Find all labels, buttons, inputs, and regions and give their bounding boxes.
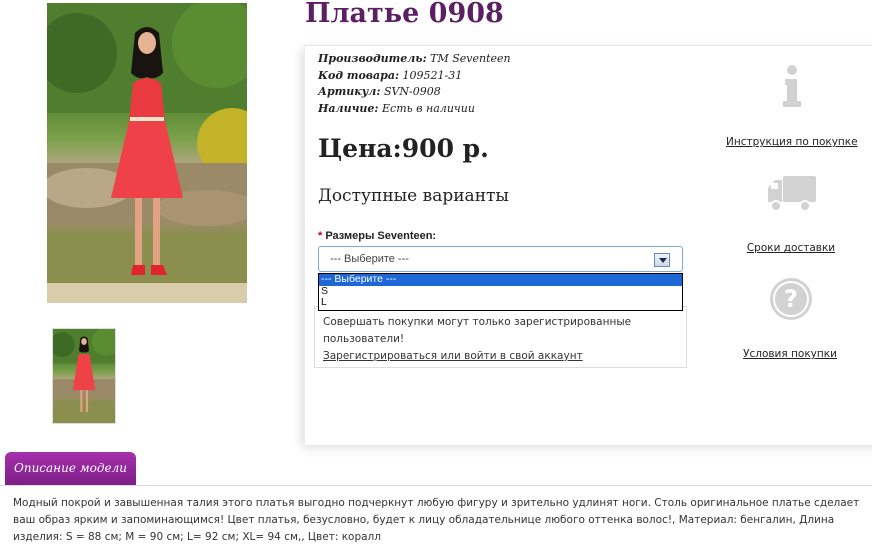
svg-text:?: ? <box>784 285 798 313</box>
sidebar-item-delivery[interactable]: Сроки доставки <box>738 242 844 254</box>
size-option-s[interactable]: S <box>319 285 682 298</box>
question-icon: ? <box>770 278 812 320</box>
required-mark: * <box>318 230 323 242</box>
product-meta: Производитель: TM Seventeen Код товара: … <box>318 51 511 117</box>
tab-description[interactable]: Описание модели <box>5 452 136 485</box>
product-thumbnail[interactable] <box>52 328 116 424</box>
meta-manufacturer: Производитель: TM Seventeen <box>318 52 511 65</box>
sidebar-item-instructions[interactable]: Инструкция по покупке <box>726 136 858 148</box>
registration-notice: Совершать покупки могут только зарегистр… <box>314 306 687 368</box>
product-main-photo[interactable] <box>47 3 247 303</box>
registration-notice-text: Совершать покупки могут только зарегистр… <box>323 316 632 345</box>
product-price: Цена:900 р. <box>318 134 489 163</box>
description-text: Модный покрой и завышенная талия этого п… <box>0 485 872 554</box>
meta-article: Артикул: SVN-0908 <box>318 85 441 98</box>
size-option-placeholder[interactable]: --- Выберите --- <box>319 273 682 286</box>
sidebar-item-terms[interactable]: Условия покупки <box>735 348 845 360</box>
chevron-down-icon[interactable] <box>654 253 670 267</box>
product-photo-image <box>47 3 247 303</box>
sidebar-item-label[interactable]: Условия покупки <box>743 348 837 360</box>
size-option-label: * Размеры Seventeen: <box>318 230 436 242</box>
variants-heading: Доступные варианты <box>318 186 509 206</box>
info-icon <box>783 65 801 107</box>
size-option-label-text: Размеры Seventeen: <box>325 230 437 242</box>
meta-product-code: Код товара: 109521-31 <box>318 68 463 82</box>
size-select-value: --- Выберите --- <box>330 253 409 265</box>
size-select[interactable]: --- Выберите --- <box>318 246 683 272</box>
sidebar-item-label[interactable]: Инструкция по покупке <box>726 136 858 148</box>
size-option-l[interactable]: L <box>319 296 682 309</box>
truck-icon <box>768 176 816 212</box>
product-title: Платье 0908 <box>305 0 504 29</box>
register-login-link[interactable]: Зарегистрироваться или войти в свой акка… <box>323 348 686 365</box>
product-thumbnail-image <box>53 329 115 423</box>
sidebar-item-label[interactable]: Сроки доставки <box>747 242 835 254</box>
size-dropdown-list[interactable]: --- Выберите --- S L <box>318 273 683 311</box>
meta-availability: Наличие: Есть в наличии <box>318 101 475 115</box>
